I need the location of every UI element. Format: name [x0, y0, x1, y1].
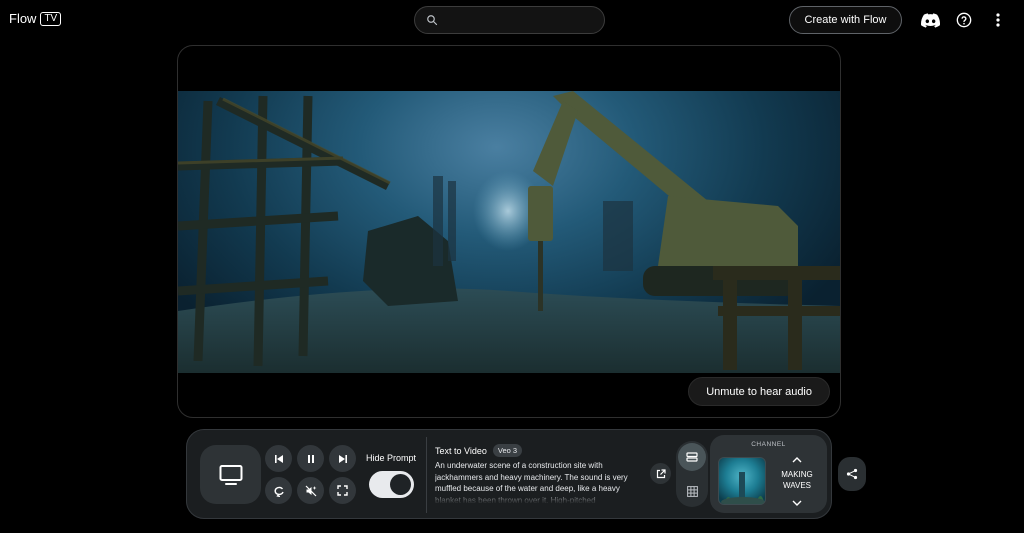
more-vert-icon[interactable] — [987, 9, 1009, 31]
channel-name-line1: MAKING — [781, 470, 813, 479]
channel-name-line2: WAVES — [782, 481, 811, 490]
unmute-button[interactable]: Unmute to hear audio — [688, 377, 830, 406]
chevron-down-icon — [792, 500, 802, 506]
prompt-header: Text to Video Veo 3 — [435, 444, 523, 457]
top-bar: Flow TV Create with Flow — [0, 0, 1024, 40]
channel-thumbnail-image — [721, 472, 765, 504]
share-icon — [846, 468, 858, 480]
video-frame[interactable] — [178, 91, 840, 373]
prompt-mode: Text to Video — [435, 445, 487, 456]
logo-badge: TV — [40, 11, 62, 26]
pause-button[interactable] — [297, 445, 324, 472]
flow-tv-logo[interactable]: Flow TV — [9, 11, 62, 26]
discord-icon[interactable] — [919, 9, 941, 31]
loop-icon — [273, 486, 284, 497]
search-input[interactable] — [414, 6, 605, 34]
channel-thumbnail[interactable] — [718, 457, 766, 505]
view-agenda-icon — [686, 452, 698, 462]
grid-view-button[interactable] — [678, 477, 706, 505]
playback-controls-panel: Hide Prompt Text to Video Veo 3 An under… — [186, 429, 832, 519]
video-player[interactable]: Unmute to hear audio — [177, 45, 841, 418]
fullscreen-button[interactable] — [329, 477, 356, 504]
channel-selector: CHANNEL MAKING WAVES — [710, 435, 827, 513]
logo-text: Flow — [9, 11, 37, 26]
pause-icon — [307, 454, 314, 463]
share-button[interactable] — [838, 457, 866, 491]
help-icon[interactable] — [953, 9, 975, 31]
grid-icon — [686, 485, 698, 497]
audio-toggle-button[interactable] — [297, 477, 324, 504]
hide-prompt-toggle[interactable] — [369, 471, 414, 498]
underwater-construction-scene — [178, 91, 840, 373]
channel-up-button[interactable] — [791, 454, 803, 466]
channel-name: MAKING WAVES — [770, 469, 824, 491]
fullscreen-icon — [337, 485, 348, 496]
tv-mode-button[interactable] — [200, 445, 261, 504]
hide-prompt-label: Hide Prompt — [366, 453, 417, 463]
open-in-new-icon — [656, 468, 666, 478]
chevron-up-icon — [792, 457, 802, 463]
channel-label: CHANNEL — [751, 441, 786, 448]
create-with-flow-button[interactable]: Create with Flow — [789, 6, 902, 34]
tv-icon — [219, 464, 242, 485]
previous-button[interactable] — [265, 445, 292, 472]
loop-button[interactable] — [265, 477, 292, 504]
single-view-button[interactable] — [678, 443, 706, 471]
model-badge: Veo 3 — [492, 444, 523, 457]
view-mode-switch — [676, 441, 708, 507]
channel-down-button[interactable] — [791, 497, 803, 509]
volume-off-icon — [305, 485, 316, 496]
divider — [426, 437, 427, 513]
search-icon — [427, 15, 438, 26]
prompt-text: An underwater scene of a construction si… — [435, 461, 628, 504]
next-button[interactable] — [329, 445, 356, 472]
open-prompt-button[interactable] — [650, 463, 671, 484]
skip-next-icon — [338, 454, 347, 463]
skip-previous-icon — [274, 454, 283, 463]
toggle-knob — [390, 474, 411, 495]
